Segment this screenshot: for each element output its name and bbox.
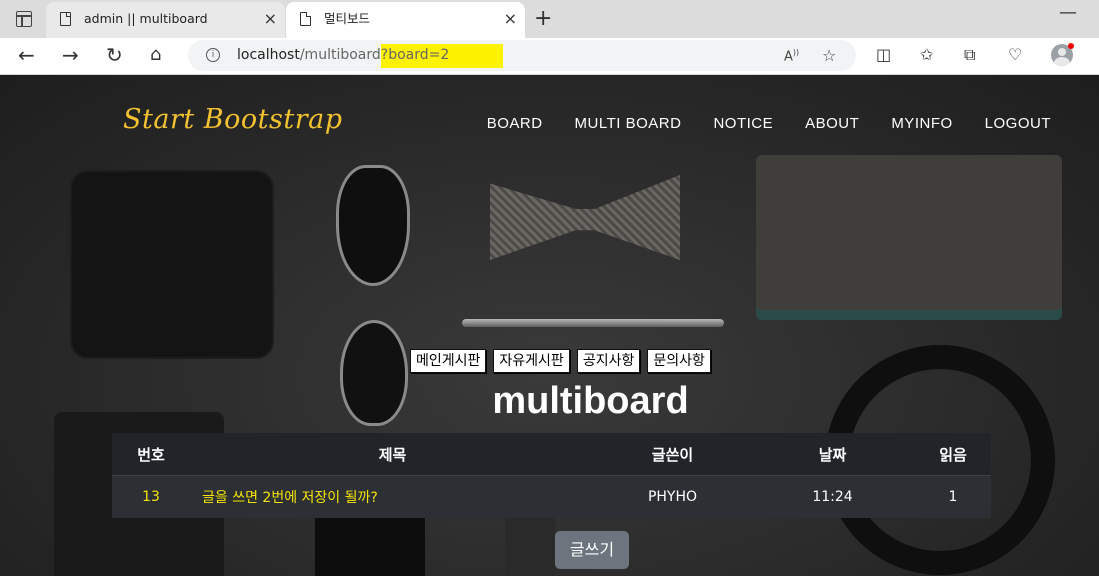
browser-toolbar: ← → ↻ ⌂ i localhost/multiboard?board=2 A… [0, 38, 1099, 75]
table-row[interactable]: 13 글을 쓰면 2번에 저장이 될까? PHYHO 11:24 1 [112, 475, 991, 518]
board-inquiry-button[interactable]: 문의사항 [647, 349, 711, 373]
header-reads: 읽음 [915, 433, 991, 476]
close-icon[interactable]: × [264, 2, 277, 36]
pen-image [462, 319, 724, 327]
tab-admin-multiboard[interactable]: admin || multiboard × [46, 2, 285, 38]
board-table: 번호 제목 글쓴이 날짜 읽음 13 글을 쓰면 2번에 저장이 될까? PHY… [112, 433, 991, 518]
reload-icon[interactable]: ↻ [106, 43, 123, 67]
address-bar[interactable]: i localhost/multiboard?board=2 A)) ☆ [188, 40, 856, 71]
header-date: 날짜 [750, 433, 915, 476]
sunglasses-image [336, 165, 410, 286]
new-tab-button[interactable]: + [534, 4, 552, 34]
nav-board[interactable]: BOARD [487, 115, 543, 132]
board-notice-button[interactable]: 공지사항 [576, 349, 641, 373]
page-title: multiboard [492, 380, 689, 422]
split-screen-icon[interactable]: ◫ [876, 45, 891, 64]
bowtie-image [490, 175, 680, 260]
page-icon [300, 12, 311, 26]
phone-image [315, 510, 425, 576]
watch-image [505, 515, 555, 576]
favorite-icon[interactable]: ☆ [822, 46, 836, 65]
info-icon[interactable]: i [206, 48, 220, 62]
nav-myinfo[interactable]: MYINFO [891, 115, 952, 132]
url-text[interactable]: localhost/multiboard?board=2 [237, 44, 504, 68]
wallet-image [70, 170, 274, 359]
board-main-button[interactable]: 메인게시판 [410, 349, 487, 373]
nav-multi-board[interactable]: MULTI BOARD [575, 115, 682, 132]
favorites-icon[interactable]: ✩ [920, 45, 933, 64]
header-title: 제목 [190, 433, 595, 476]
home-icon[interactable]: ⌂ [150, 43, 161, 67]
browser-essentials-icon[interactable]: ♡ [1008, 45, 1022, 64]
browser-tab-bar: admin || multiboard × 멀티보드 × + — [0, 0, 1099, 38]
url-host: localhost [237, 47, 300, 63]
main-nav: BOARD MULTI BOARD NOTICE ABOUT MYINFO LO… [455, 115, 1051, 132]
write-post-button[interactable]: 글쓰기 [555, 531, 629, 569]
post-date: 11:24 [750, 475, 915, 518]
tab-multiboard-active[interactable]: 멀티보드 × [286, 2, 525, 38]
nav-logout[interactable]: LOGOUT [985, 115, 1051, 132]
notebook-image [756, 155, 1062, 310]
post-reads: 1 [915, 475, 991, 518]
post-number-link[interactable]: 13 [112, 475, 190, 518]
minimize-button[interactable]: — [1059, 2, 1077, 23]
brand-logo[interactable]: Start Bootstrap [123, 104, 342, 135]
board-category-links: 메인게시판 자유게시판 공지사항 문의사항 [410, 349, 718, 373]
forward-icon[interactable]: → [62, 43, 79, 67]
hero-section: Start Bootstrap BOARD MULTI BOARD NOTICE… [0, 75, 1099, 576]
nav-about[interactable]: ABOUT [805, 115, 859, 132]
tab-actions-icon[interactable] [16, 11, 32, 27]
table-header-row: 번호 제목 글쓴이 날짜 읽음 [112, 433, 991, 476]
page-icon [60, 12, 71, 26]
read-aloud-icon[interactable]: A)) [784, 48, 799, 64]
header-writer: 글쓴이 [595, 433, 750, 476]
notification-dot-icon [1068, 43, 1074, 49]
url-query: ?board=2 [380, 44, 504, 68]
collections-icon[interactable]: ⧉ [964, 45, 975, 65]
close-icon[interactable]: × [504, 2, 517, 36]
url-path: /multiboard [299, 47, 381, 63]
back-icon[interactable]: ← [18, 43, 35, 67]
tab-title: 멀티보드 [324, 11, 371, 26]
tab-title: admin || multiboard [84, 11, 208, 26]
post-writer: PHYHO [595, 475, 750, 518]
nav-notice[interactable]: NOTICE [713, 115, 773, 132]
post-title-link[interactable]: 글을 쓰면 2번에 저장이 될까? [190, 475, 595, 518]
board-free-button[interactable]: 자유게시판 [493, 349, 570, 373]
header-number: 번호 [112, 433, 190, 476]
